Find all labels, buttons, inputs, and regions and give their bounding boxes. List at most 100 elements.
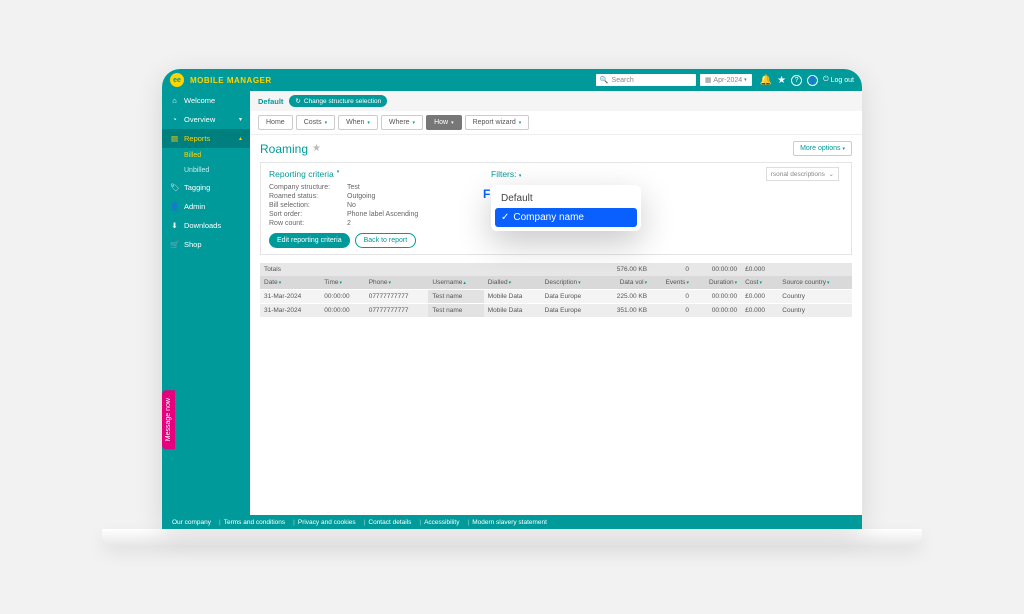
help-icon[interactable]: ? [791,75,802,86]
main-content: Default ↻Change structure selection Home… [250,91,862,515]
totals-duration: 00:00:00 [693,263,741,276]
totals-row: Totals 576.00 KB 0 00:00:00 £0.000 [260,263,852,276]
search-placeholder: Search [612,77,634,84]
sidebar-label: Tagging [184,183,210,192]
tag-icon: 🏷 [170,183,179,192]
col-source[interactable]: Source country▾ [778,276,852,290]
sidebar-item-overview[interactable]: ◔Overview▾ [162,110,250,129]
check-icon: ✓ [501,212,509,223]
col-duration[interactable]: Duration▾ [693,276,741,290]
brand-name: MOBILE MANAGER [190,76,272,85]
calendar-icon: ▦ [705,76,712,84]
more-options-button[interactable]: More options ▾ [793,141,852,156]
dropdown-option-default[interactable]: Default [495,189,637,208]
tab-when[interactable]: When▾ [338,115,378,130]
criteria-head-label: Reporting criteria [269,169,334,179]
crit-label: Roamed status: [269,193,347,200]
chevron-down-icon: ▾ [239,116,242,123]
tab-label: Costs [304,119,322,126]
sidebar-item-welcome[interactable]: ⌂Welcome [162,91,250,110]
crit-value: 2 [347,220,351,227]
col-description[interactable]: Description▾ [541,276,600,290]
chevron-down-icon: ▾ [413,120,416,126]
col-dialled[interactable]: Dialled▾ [484,276,541,290]
breadcrumb-bar: Default ↻Change structure selection [250,91,862,111]
user-icon[interactable]: 👤 [807,75,818,86]
footer-accessibility[interactable]: Accessibility [416,519,459,526]
laptop-base [102,529,922,545]
totals-data-vol: 576.00 KB [600,263,651,276]
logout-label: Log out [831,77,854,84]
month-picker[interactable]: ▦ Apr-2024 ▾ [700,74,752,86]
filters-label: Filters: [491,169,517,179]
col-date[interactable]: Date▾ [260,276,320,290]
search-icon: 🔍 [600,76,609,84]
criteria-panel: Reporting criteria▾ Filters: ▾ rsonal de… [260,162,852,255]
download-icon: ⬇ [170,221,179,230]
criteria-heading[interactable]: Reporting criteria▾ [269,169,339,179]
sidebar-item-shop[interactable]: 🛒Shop [162,235,250,254]
sidebar-label: Shop [184,240,202,249]
sidebar-label: Welcome [184,96,215,105]
dropdown-option-company-name[interactable]: ✓Company name [495,208,637,227]
tab-how[interactable]: How▾ [426,115,462,130]
chevron-down-icon: ▾ [451,120,454,126]
bell-icon[interactable]: 🔔 [760,75,772,86]
tab-costs[interactable]: Costs▾ [296,115,335,130]
table-row[interactable]: 31-Mar-202400:00:0007777777777Test nameM… [260,290,852,304]
sidebar-sub-unbilled[interactable]: Unbilled [162,163,250,178]
sidebar-item-admin[interactable]: 👤Admin [162,197,250,216]
col-data-vol[interactable]: Data vol▾ [600,276,651,290]
footer-company[interactable]: Our company [172,519,211,526]
search-input[interactable]: 🔍 Search [596,74,696,86]
sidebar-label: Overview [184,115,215,124]
filter-dropdown: Default ✓Company name [491,185,641,231]
sidebar-item-reports[interactable]: ▤Reports▴ [162,129,250,148]
filters-heading[interactable]: Filters: ▾ [491,169,521,179]
col-events[interactable]: Events▾ [651,276,693,290]
tab-home[interactable]: Home [258,115,293,130]
tab-where[interactable]: Where▾ [381,115,423,130]
descriptions-select[interactable]: rsonal descriptions ⌄ [766,167,839,181]
logout-button[interactable]: ⏻ Log out [823,76,854,84]
footer-contact[interactable]: Contact details [361,519,412,526]
footer-terms[interactable]: Terms and conditions [216,519,285,526]
star-icon[interactable]: ★ [777,75,786,86]
page-title: Roaming [260,142,308,156]
tab-label: Home [266,119,285,126]
crit-value: No [347,202,356,209]
table-row[interactable]: 31-Mar-202400:00:0007777777777Test nameM… [260,304,852,318]
sidebar-sub-billed[interactable]: Billed [162,148,250,163]
sidebar-label: Admin [184,202,205,211]
totals-cost: £0.000 [741,263,778,276]
footer-privacy[interactable]: Privacy and cookies [290,519,356,526]
favorite-star-icon[interactable]: ★ [312,143,321,154]
sidebar-item-tagging[interactable]: 🏷 Tagging [162,178,250,197]
power-icon: ⏻ [823,76,829,84]
col-cost[interactable]: Cost▾ [741,276,778,290]
refresh-icon: ↻ [295,97,300,105]
footer-slavery[interactable]: Modern slavery statement [464,519,547,526]
tab-report-wizard[interactable]: Report wizard▾ [465,115,530,130]
back-to-report-button[interactable]: Back to report [355,233,417,248]
col-time[interactable]: Time▾ [320,276,364,290]
footer: Our company Terms and conditions Privacy… [162,515,862,529]
tab-label: How [434,119,448,126]
chevron-down-icon: ⌄ [829,171,834,178]
chevron-down-icon: ▾ [325,120,328,126]
sidebar-item-downloads[interactable]: ⬇Downloads [162,216,250,235]
col-phone[interactable]: Phone▾ [365,276,429,290]
breadcrumb-title: Default [258,97,283,106]
crit-label: Company structure: [269,184,347,191]
more-label: More options [800,145,840,152]
message-now-tab[interactable]: Message now [162,390,175,449]
chevron-down-icon: ▾ [519,173,522,179]
edit-criteria-button[interactable]: Edit reporting criteria [269,233,350,248]
crit-value: Test [347,184,360,191]
tab-label: Report wizard [473,119,516,126]
col-username[interactable]: Username▴ [428,276,483,290]
sidebar-label: Reports [184,134,210,143]
change-structure-button[interactable]: ↻Change structure selection [289,95,387,107]
chevron-down-icon: ▾ [519,120,522,126]
totals-label: Totals [260,263,600,276]
